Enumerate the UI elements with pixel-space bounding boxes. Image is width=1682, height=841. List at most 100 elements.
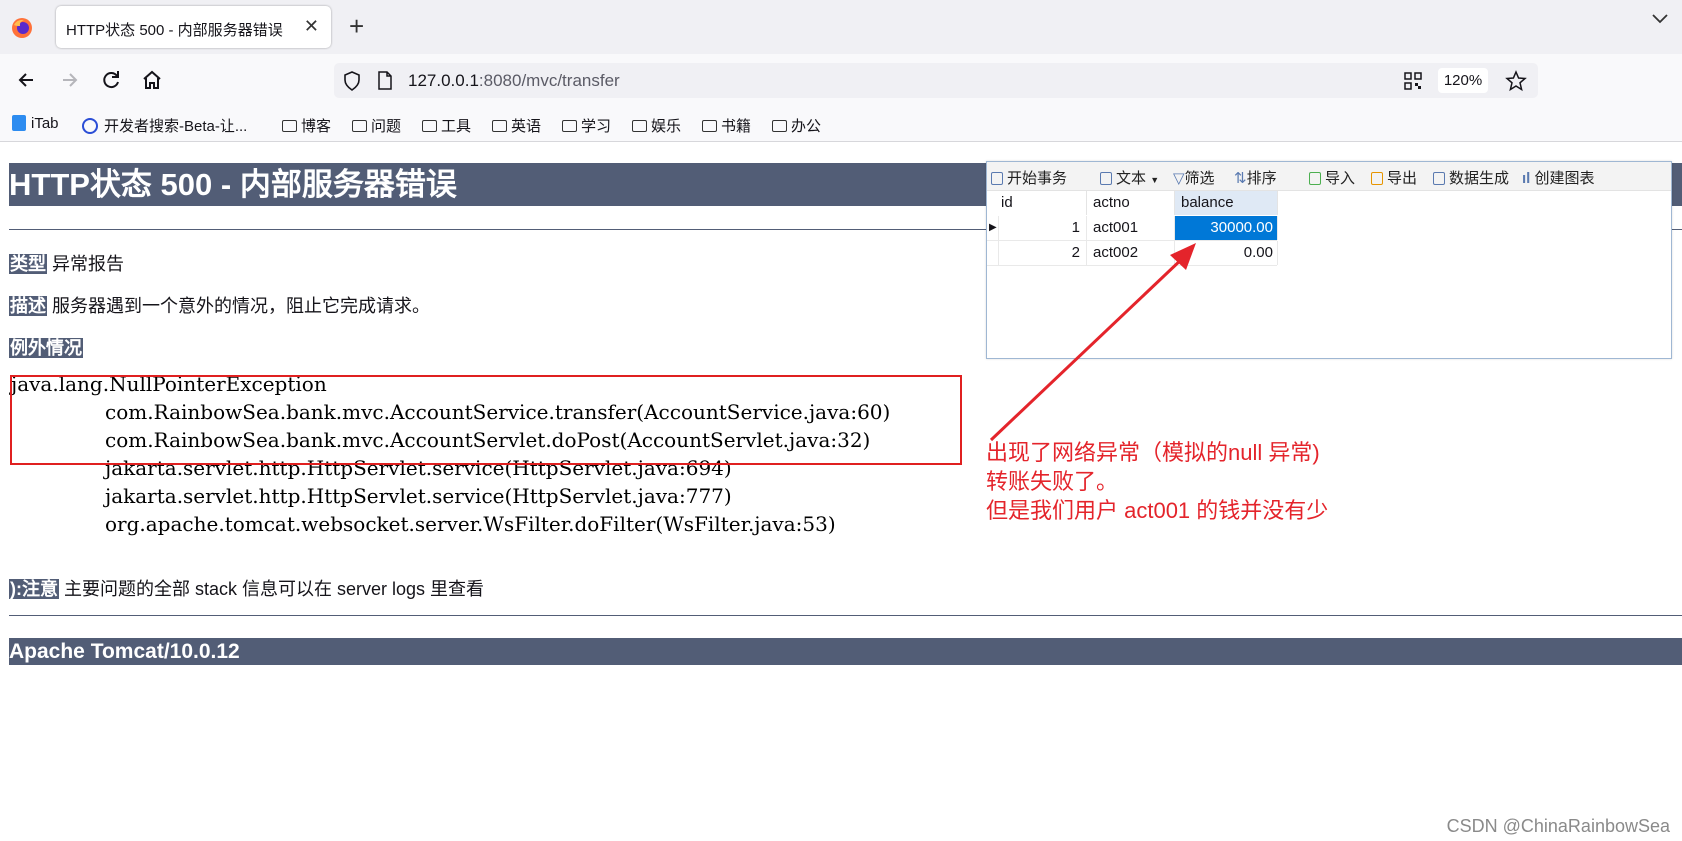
bookmark-itab[interactable]: iTab: [12, 115, 59, 132]
bookmark-folder-tools[interactable]: 工具: [422, 115, 471, 136]
close-icon[interactable]: ✕: [304, 16, 319, 37]
folder-icon: [632, 120, 647, 132]
toolbar-label: 数据生成: [1449, 170, 1510, 187]
annotation-line: 但是我们用户 act001 的钱并没有少: [986, 498, 1329, 523]
export-button[interactable]: 导出: [1371, 167, 1417, 188]
folder-icon: [282, 120, 297, 132]
tab-bar: HTTP状态 500 - 内部服务器错误 ✕ +: [0, 0, 1682, 54]
bookmark-label: 书籍: [721, 118, 752, 135]
text-icon: [1100, 172, 1112, 185]
url-host: 127.0.0.1: [408, 71, 479, 90]
column-header-balance[interactable]: balance: [1175, 191, 1278, 215]
begin-transaction-button[interactable]: 开始事务: [991, 167, 1067, 188]
table-row[interactable]: ▶ 1 act001 30000.00: [987, 216, 1278, 241]
home-icon[interactable]: [138, 66, 166, 94]
description-value: 服务器遇到一个意外的情况，阻止它完成请求。: [52, 296, 431, 316]
bookmark-label: 博客: [301, 118, 332, 135]
bookmarks-toolbar: iTab 开发者搜索-Beta-让... 博客 问题 工具 英语 学习 娱乐 书…: [0, 107, 1682, 142]
toolbar-label: 开始事务: [1007, 170, 1068, 187]
note-row: ):注意 主要问题的全部 stack 信息可以在 server logs 里查看: [9, 575, 484, 601]
import-button[interactable]: 导入: [1309, 167, 1355, 188]
toolbar-label: 文本: [1116, 170, 1147, 187]
cell-balance[interactable]: 0.00: [1175, 241, 1278, 265]
cell-id[interactable]: 1: [999, 216, 1087, 240]
description-row: 描述 服务器遇到一个意外的情况，阻止它完成请求。: [9, 292, 430, 318]
filter-button[interactable]: ▽筛选: [1173, 167, 1215, 188]
bookmark-devsearch[interactable]: 开发者搜索-Beta-让...: [82, 115, 247, 136]
cell-balance-selected[interactable]: 30000.00: [1175, 216, 1278, 240]
stack-line: jakarta.servlet.http.HttpServlet.service…: [105, 484, 732, 508]
folder-icon: [772, 120, 787, 132]
bookmark-star-icon[interactable]: [1505, 70, 1527, 92]
highlight-box: [10, 375, 962, 465]
text-button[interactable]: 文本 ▼: [1100, 167, 1159, 188]
tab-title: HTTP状态 500 - 内部服务器错误: [66, 22, 283, 39]
qr-code-icon[interactable]: [1404, 72, 1422, 90]
url-text[interactable]: 127.0.0.1:8080/mvc/transfer: [408, 71, 620, 91]
dropdown-arrow-icon: ▼: [1150, 175, 1160, 185]
transaction-icon: [991, 172, 1003, 185]
data-generation-button[interactable]: 数据生成: [1433, 167, 1509, 188]
address-bar[interactable]: 127.0.0.1:8080/mvc/transfer 120%: [334, 63, 1538, 98]
reload-icon[interactable]: [97, 66, 125, 94]
row-pointer-icon: ▶: [987, 216, 999, 240]
sort-button[interactable]: ⇅排序: [1234, 167, 1277, 188]
bookmark-folder-blog[interactable]: 博客: [282, 115, 331, 136]
bookmark-folder-english[interactable]: 英语: [492, 115, 541, 136]
server-version: Apache Tomcat/10.0.12: [9, 638, 1682, 665]
type-label: 类型: [9, 254, 47, 274]
bookmark-folder-study[interactable]: 学习: [562, 115, 611, 136]
watermark: CSDN @ChinaRainbowSea: [1446, 816, 1670, 836]
divider: [9, 615, 1682, 616]
note-label: ):注意: [9, 579, 59, 599]
bookmark-label: 办公: [791, 118, 822, 135]
back-arrow-icon[interactable]: [13, 66, 41, 94]
chart-icon: ıl: [1522, 170, 1531, 187]
row-selector: [987, 241, 999, 265]
bookmark-label: iTab: [31, 115, 59, 132]
new-tab-button[interactable]: +: [349, 11, 364, 42]
bookmark-label: 工具: [441, 118, 472, 135]
create-chart-button[interactable]: ıl 创建图表: [1522, 167, 1595, 188]
firefox-logo-icon: [12, 18, 32, 38]
page-icon[interactable]: [377, 71, 393, 90]
annotation-line: 出现了网络异常（模拟的null 异常): [986, 440, 1320, 465]
table-row[interactable]: 2 act002 0.00: [987, 241, 1278, 266]
navigation-toolbar: 127.0.0.1:8080/mvc/transfer 120%: [0, 54, 1682, 107]
folder-icon: [352, 120, 367, 132]
folder-icon: [492, 120, 507, 132]
toolbar-label: 排序: [1246, 170, 1277, 187]
cell-actno[interactable]: act001: [1087, 216, 1175, 240]
folder-icon: [702, 120, 717, 132]
type-row: 类型 异常报告: [9, 250, 124, 276]
tab-active[interactable]: HTTP状态 500 - 内部服务器错误 ✕: [56, 6, 331, 48]
forward-arrow-icon[interactable]: [55, 66, 83, 94]
url-path: :8080/mvc/transfer: [478, 71, 620, 90]
bookmark-folder-entertainment[interactable]: 娱乐: [632, 115, 681, 136]
cell-id[interactable]: 2: [999, 241, 1087, 265]
folder-icon: [562, 120, 577, 132]
bookmark-label: 问题: [371, 118, 402, 135]
note-value: 主要问题的全部 stack 信息可以在 server logs 里查看: [64, 579, 485, 599]
database-grid-panel: 开始事务 文本 ▼ ▽筛选 ⇅排序 导入 导出 数据生成 ıl 创建图表 id …: [986, 161, 1672, 359]
chevron-down-icon[interactable]: [1652, 14, 1668, 24]
annotation-text: 出现了网络异常（模拟的null 异常) 转账失败了。 但是我们用户 act001…: [986, 438, 1328, 525]
column-header-id[interactable]: id: [987, 191, 1087, 215]
toolbar-label: 创建图表: [1534, 170, 1595, 187]
bookmark-label: 娱乐: [651, 118, 682, 135]
bookmark-folder-office[interactable]: 办公: [772, 115, 821, 136]
zoom-level-button[interactable]: 120%: [1438, 68, 1488, 93]
cell-actno[interactable]: act002: [1087, 241, 1175, 265]
import-icon: [1309, 172, 1321, 185]
description-label: 描述: [9, 296, 47, 316]
folder-icon: [422, 120, 437, 132]
sort-icon: ⇅: [1234, 170, 1247, 187]
column-header-actno[interactable]: actno: [1087, 191, 1175, 215]
grid-toolbar: 开始事务 文本 ▼ ▽筛选 ⇅排序 导入 导出 数据生成 ıl 创建图表: [987, 162, 1671, 191]
bookmark-folder-questions[interactable]: 问题: [352, 115, 401, 136]
shield-icon[interactable]: [342, 70, 362, 92]
bookmark-label: 学习: [581, 118, 612, 135]
bookmark-folder-books[interactable]: 书籍: [702, 115, 751, 136]
exception-row: 例外情况: [9, 334, 83, 360]
exception-label: 例外情况: [9, 338, 83, 358]
